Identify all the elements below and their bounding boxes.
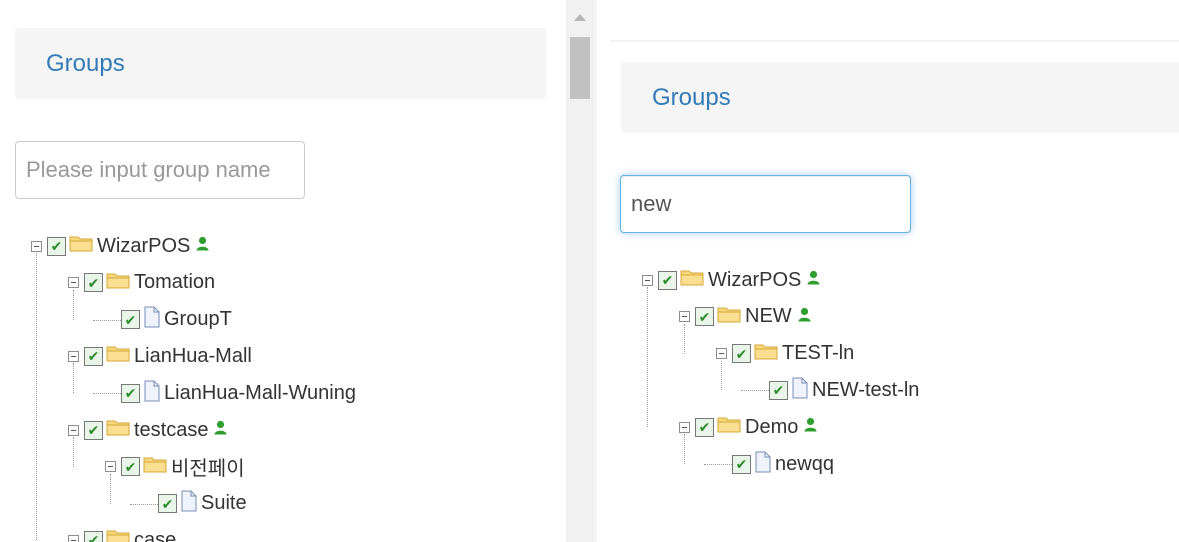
tree-checkbox[interactable]: ✔: [84, 346, 103, 366]
tree-node-label[interactable]: case: [134, 529, 176, 542]
folder-icon: [717, 305, 742, 329]
groups-panel-right: Groups ✔WizarPOS✔NEW✔TEST-ln✔NEW-test-ln…: [597, 0, 1179, 542]
tree-connector-line: [130, 503, 158, 505]
tree-checkbox[interactable]: ✔: [121, 457, 140, 477]
tree-node-label[interactable]: newqq: [775, 453, 834, 476]
tree-node-file[interactable]: ✔ Suite: [158, 486, 247, 522]
tree-node-folder[interactable]: ✔ testcase: [68, 412, 227, 448]
collapse-toggle-icon[interactable]: [68, 534, 79, 542]
tree-checkbox[interactable]: ✔: [121, 310, 140, 330]
folder-icon: [143, 455, 168, 479]
user-icon: [798, 307, 811, 327]
tree-connector-line: [73, 289, 74, 320]
collapse-toggle-icon[interactable]: [68, 350, 79, 362]
user-icon: [804, 417, 817, 437]
folder-icon: [680, 268, 705, 292]
folder-icon: [754, 342, 779, 366]
tree-node-label[interactable]: Demo: [745, 416, 798, 439]
tree-connector-line: [73, 437, 74, 467]
tree-checkbox[interactable]: ✔: [769, 380, 788, 400]
tree-node-label[interactable]: 비전페이: [171, 452, 245, 481]
tree-connector-line: [721, 360, 722, 391]
tree-node-folder[interactable]: ✔ case: [68, 522, 176, 542]
tree-connector-line: [684, 323, 685, 354]
tree-node-folder[interactable]: ✔ Demo: [679, 409, 817, 445]
tree-checkbox[interactable]: ✔: [121, 383, 140, 403]
file-icon: [143, 380, 161, 407]
tree-node-folder[interactable]: ✔ NEW: [679, 299, 811, 335]
scrollbar-thumb[interactable]: [570, 37, 590, 99]
tree-checkbox[interactable]: ✔: [84, 273, 103, 293]
file-icon: [754, 451, 772, 478]
file-icon: [791, 377, 809, 404]
tree-node-label[interactable]: LianHua-Mall-Wuning: [164, 382, 356, 405]
tree-connector-line: [93, 319, 121, 321]
tree-node-label[interactable]: Tomation: [134, 271, 215, 294]
tree-node-file[interactable]: ✔ NEW-test-ln: [769, 372, 919, 408]
file-icon: [143, 306, 161, 333]
tree-checkbox[interactable]: ✔: [732, 344, 751, 364]
tree-node-label[interactable]: WizarPOS: [708, 269, 801, 292]
collapse-toggle-icon[interactable]: [105, 461, 116, 473]
scroll-up-arrow-icon[interactable]: [574, 14, 586, 21]
tree-node-folder[interactable]: ✔ TEST-ln: [716, 336, 854, 372]
tree-checkbox[interactable]: ✔: [658, 270, 677, 290]
tree-connector-line: [684, 434, 685, 464]
vertical-scrollbar[interactable]: [566, 0, 594, 542]
collapse-toggle-icon[interactable]: [31, 240, 42, 252]
tree-checkbox[interactable]: ✔: [47, 236, 66, 256]
panel-top-border: [610, 40, 1179, 42]
tree-node-label[interactable]: WizarPOS: [97, 235, 190, 258]
tree-node-folder[interactable]: ✔ 비전페이: [105, 449, 245, 485]
tree-checkbox[interactable]: ✔: [158, 494, 177, 514]
user-icon: [807, 270, 820, 290]
collapse-toggle-icon[interactable]: [68, 277, 79, 289]
user-icon: [214, 420, 227, 440]
collapse-toggle-icon[interactable]: [679, 311, 690, 323]
tree-connector-line: [110, 473, 111, 504]
tree-node-file[interactable]: ✔ GroupT: [121, 302, 232, 338]
user-icon: [196, 236, 209, 256]
tree-node-label[interactable]: Suite: [201, 492, 247, 515]
tree-checkbox[interactable]: ✔: [695, 417, 714, 437]
tree-node-label[interactable]: NEW-test-ln: [812, 379, 919, 402]
folder-icon: [106, 344, 131, 368]
tree-node-label[interactable]: TEST-ln: [782, 342, 854, 365]
tree-node-label[interactable]: NEW: [745, 305, 792, 328]
folder-icon: [69, 234, 94, 258]
collapse-toggle-icon[interactable]: [679, 421, 690, 433]
tree-checkbox[interactable]: ✔: [84, 420, 103, 440]
collapse-toggle-icon[interactable]: [642, 274, 653, 286]
tree-checkbox[interactable]: ✔: [732, 454, 751, 474]
tree-node-folder[interactable]: ✔ WizarPOS: [31, 228, 209, 264]
file-icon: [180, 490, 198, 517]
tree-node-folder[interactable]: ✔ LianHua-Mall: [68, 338, 252, 374]
folder-icon: [106, 528, 131, 542]
tree-connector-line: [704, 464, 732, 465]
tree-connector-line: [73, 363, 74, 394]
tree-node-folder[interactable]: ✔ Tomation: [68, 265, 215, 301]
tree-connector-line: [36, 253, 37, 541]
tree-connector-line: [93, 393, 121, 395]
tree-connector-line: [741, 390, 769, 392]
folder-icon: [106, 271, 131, 295]
tree-node-label[interactable]: LianHua-Mall: [134, 345, 252, 368]
folder-icon: [106, 418, 131, 442]
folder-icon: [717, 415, 742, 439]
tree-node-file[interactable]: ✔ LianHua-Mall-Wuning: [121, 375, 356, 411]
collapse-toggle-icon[interactable]: [68, 424, 79, 436]
group-tree: ✔ WizarPOS ✔ Tomation ✔ GroupT ✔ LianHua-Mall ✔ L…: [0, 0, 566, 542]
collapse-toggle-icon[interactable]: [716, 348, 727, 360]
tree-connector-line: [647, 287, 648, 428]
tree-node-label[interactable]: GroupT: [164, 308, 232, 331]
groups-panel-left: Groups ✔WizarPOS✔Tomation✔GroupT✔LianHua…: [0, 0, 566, 542]
tree-checkbox[interactable]: ✔: [695, 307, 714, 327]
tree-node-folder[interactable]: ✔ WizarPOS: [642, 262, 820, 298]
tree-node-label[interactable]: testcase: [134, 419, 208, 442]
tree-checkbox[interactable]: ✔: [84, 530, 103, 542]
tree-node-file[interactable]: ✔ newqq: [732, 446, 834, 482]
group-tree: ✔ WizarPOS ✔ NEW ✔ TEST-ln ✔ NEW-test-ln ✔ Demo ✔ n…: [597, 0, 1179, 542]
